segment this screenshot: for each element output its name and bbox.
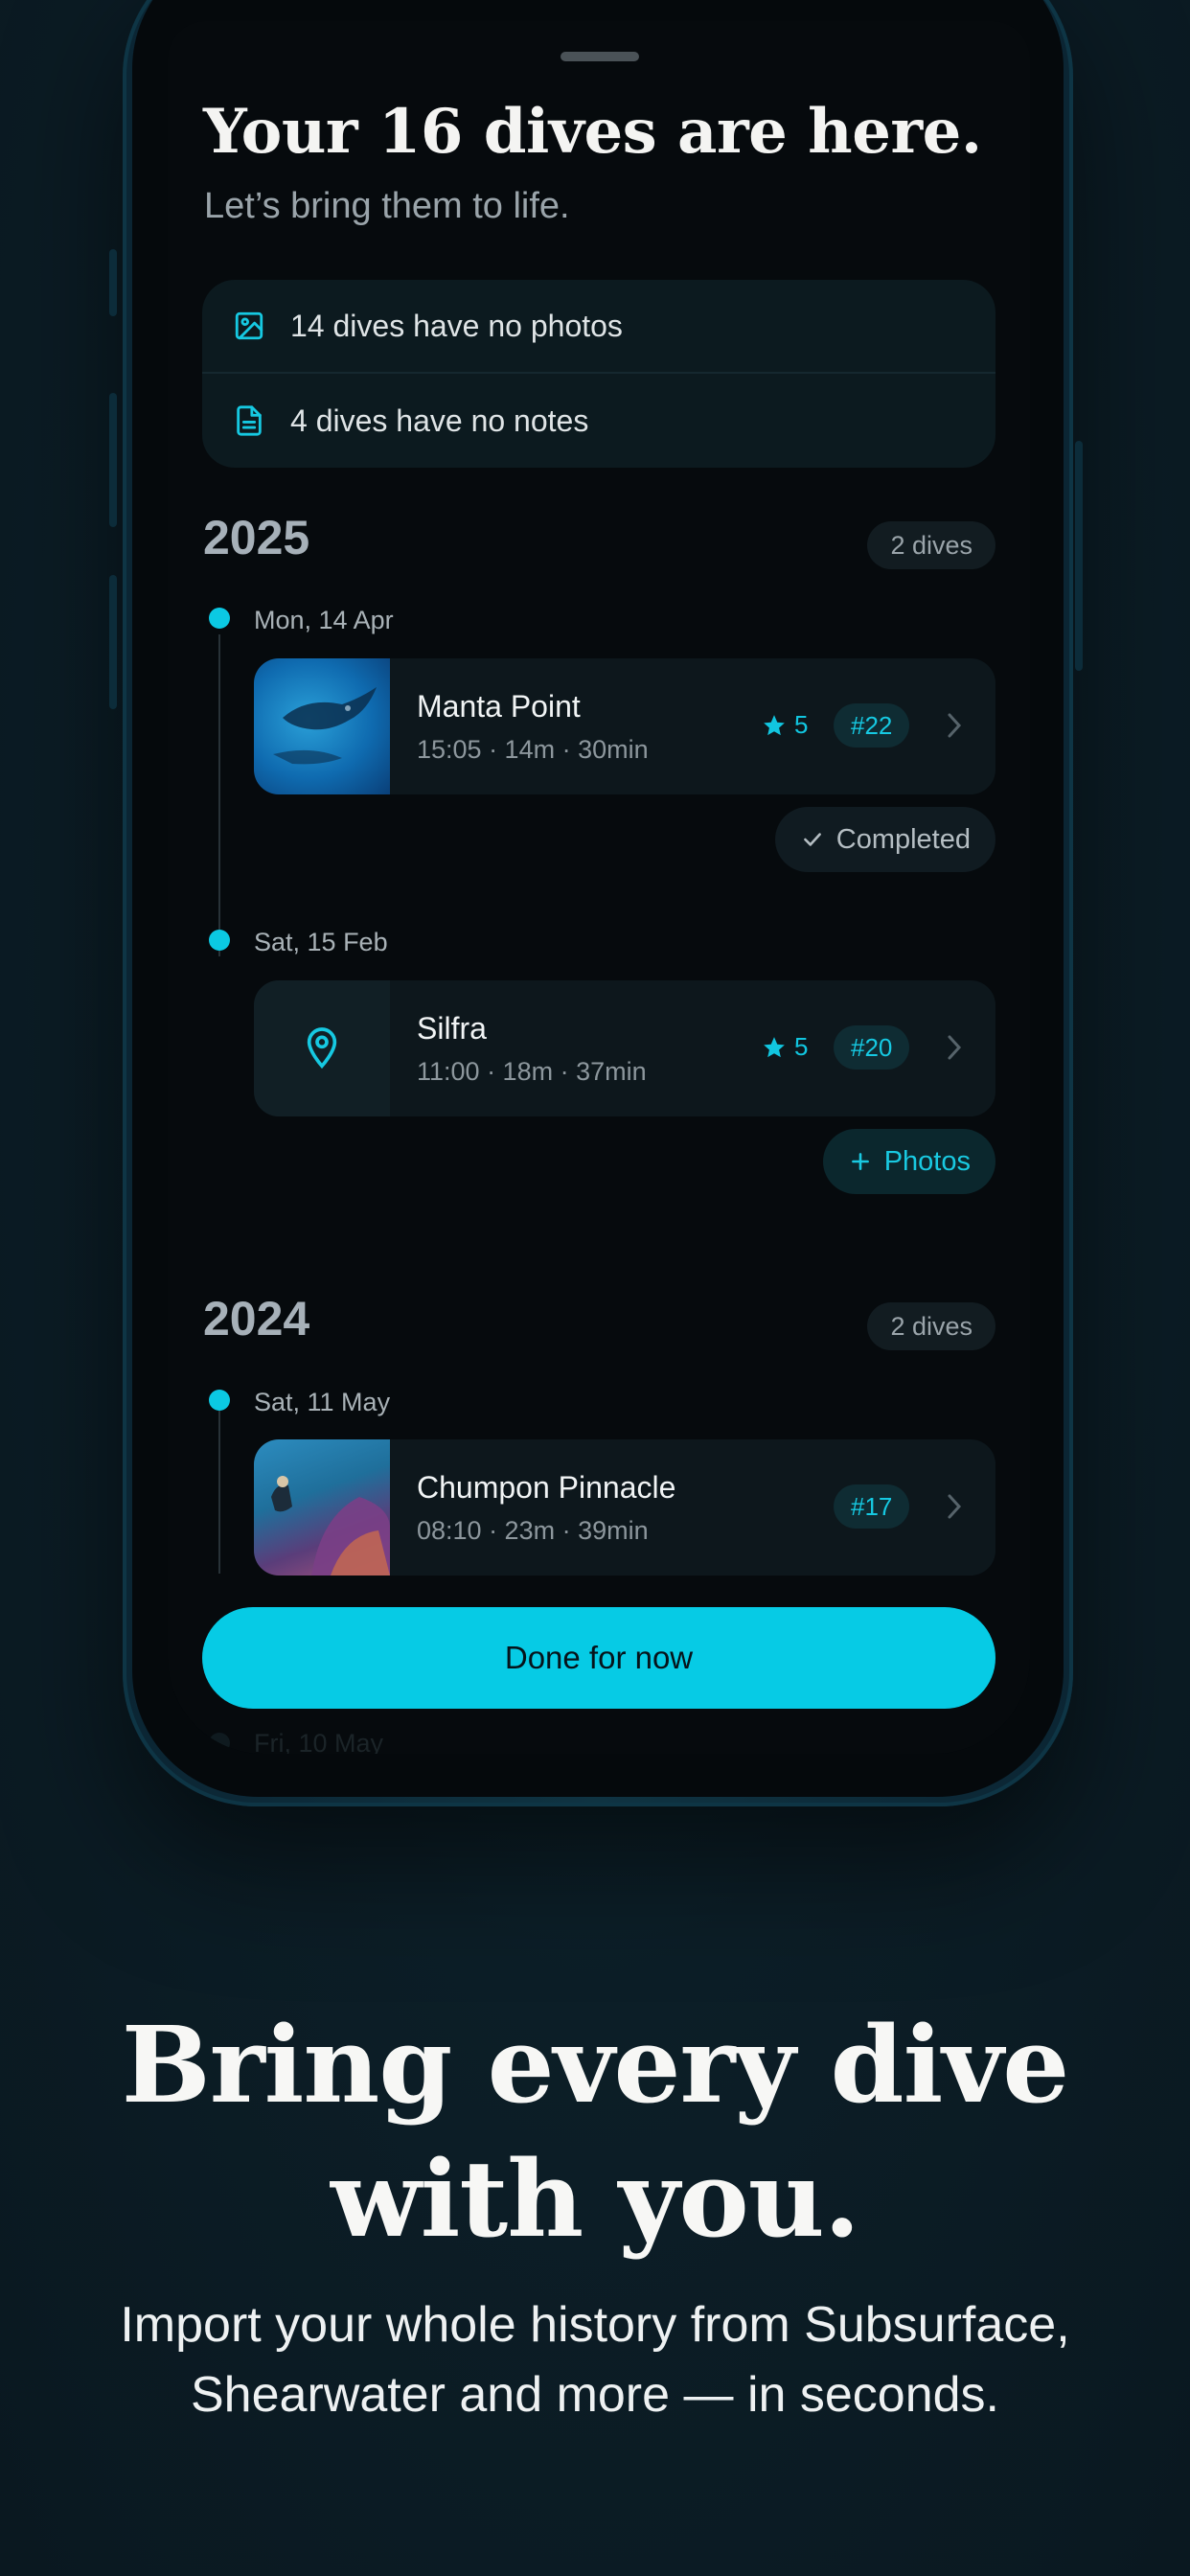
- dive-date: Mon, 14 Apr: [254, 606, 394, 634]
- dive-number-badge: #20: [834, 1025, 910, 1070]
- phone-side-button: [109, 249, 117, 316]
- year-count-chip: 2 dives: [867, 1302, 995, 1350]
- completed-label: Completed: [835, 823, 971, 855]
- chevron-right-icon: [948, 1494, 962, 1519]
- chevron-right-icon: [948, 713, 962, 738]
- year-count-chip: 2 dives: [867, 521, 995, 569]
- image-icon: [233, 310, 265, 342]
- chevron-right-icon: [948, 1035, 962, 1060]
- marketing-body: Import your whole history from Subsurfac…: [120, 2297, 1070, 2423]
- dive-card-chumpon-pinnacle[interactable]: Chumpon Pinnacle 08:10 · 23m · 39min #17: [254, 1439, 995, 1576]
- add-photos-button[interactable]: Photos: [822, 1129, 995, 1194]
- done-for-now-button[interactable]: Done for now: [202, 1607, 995, 1709]
- sheet-subtitle: Let’s bring them to life.: [204, 186, 570, 226]
- headline-line-2: with you.: [330, 2137, 860, 2261]
- dive-thumbnail-reef: [254, 1439, 390, 1576]
- timeline-dot: [209, 1733, 230, 1754]
- dive-thumbnail-manta: [254, 658, 390, 794]
- star-icon: [764, 1036, 785, 1057]
- marketing-headline: Bring every dive with you.: [0, 1998, 1190, 2266]
- dive-meta: 11:00 · 18m · 37min: [417, 1057, 647, 1086]
- dive-name: Manta Point: [417, 689, 581, 724]
- phone-volume-up-button: [109, 393, 117, 527]
- dive-card-manta-point[interactable]: Manta Point 15:05 · 14m · 30min 5 #22: [254, 658, 995, 794]
- completed-button[interactable]: Completed: [774, 807, 995, 872]
- sheet-title: Your 16 dives are here.: [203, 96, 982, 168]
- dive-name: Chumpon Pinnacle: [417, 1470, 676, 1505]
- phone-screen: Your 16 dives are here. Let’s bring them…: [168, 0, 1030, 1754]
- timeline-dot: [209, 1390, 230, 1411]
- add-photos-label: Photos: [883, 1145, 971, 1177]
- phone-volume-down-button: [109, 575, 117, 709]
- headline-line-1: Bring every dive: [121, 2003, 1070, 2127]
- dive-thumbnail-placeholder: [254, 980, 390, 1116]
- summary-card: 14 dives have no photos 4 dives have no …: [202, 280, 995, 468]
- document-icon: [233, 404, 265, 437]
- summary-row-notes[interactable]: 4 dives have no notes: [202, 374, 995, 468]
- dive-meta: 15:05 · 14m · 30min: [417, 735, 649, 764]
- timeline-dot: [209, 930, 230, 951]
- timeline-line: [218, 634, 220, 956]
- dive-card-silfra[interactable]: Silfra 11:00 · 18m · 37min 5 #20: [254, 980, 995, 1116]
- year-heading-2024: 2024: [203, 1292, 310, 1346]
- dive-date: Sat, 11 May: [254, 1388, 391, 1416]
- dive-number-badge: #17: [834, 1484, 910, 1529]
- year-heading-2025: 2025: [203, 511, 310, 564]
- timeline-dot: [209, 608, 230, 629]
- dive-rating: 5: [762, 1032, 808, 1062]
- check-icon: [803, 833, 821, 846]
- rating-value: 5: [794, 1032, 809, 1061]
- dive-number-badge: #22: [834, 703, 910, 748]
- dive-date: Sat, 15 Feb: [254, 928, 388, 956]
- location-pin-icon: [307, 1027, 337, 1070]
- dive-meta: 08:10 · 23m · 39min: [417, 1516, 649, 1545]
- sheet-grabber[interactable]: [561, 52, 639, 61]
- dive-date-faded: Fri, 10 May: [254, 1729, 384, 1754]
- reef-diver-image: [271, 1476, 390, 1576]
- timeline-line: [218, 1401, 220, 1574]
- manta-ray-image: [273, 687, 377, 765]
- plus-icon: [851, 1153, 869, 1170]
- summary-notes-text: 4 dives have no notes: [290, 402, 589, 438]
- dive-rating: 5: [762, 710, 808, 740]
- summary-row-photos[interactable]: 14 dives have no photos: [202, 280, 995, 374]
- star-icon: [764, 714, 785, 735]
- import-sheet: Your 16 dives are here. Let’s bring them…: [168, 21, 1030, 1754]
- phone-power-button: [1075, 441, 1083, 671]
- dive-name: Silfra: [417, 1011, 487, 1046]
- rating-value: 5: [794, 710, 809, 739]
- summary-photos-text: 14 dives have no photos: [290, 308, 623, 343]
